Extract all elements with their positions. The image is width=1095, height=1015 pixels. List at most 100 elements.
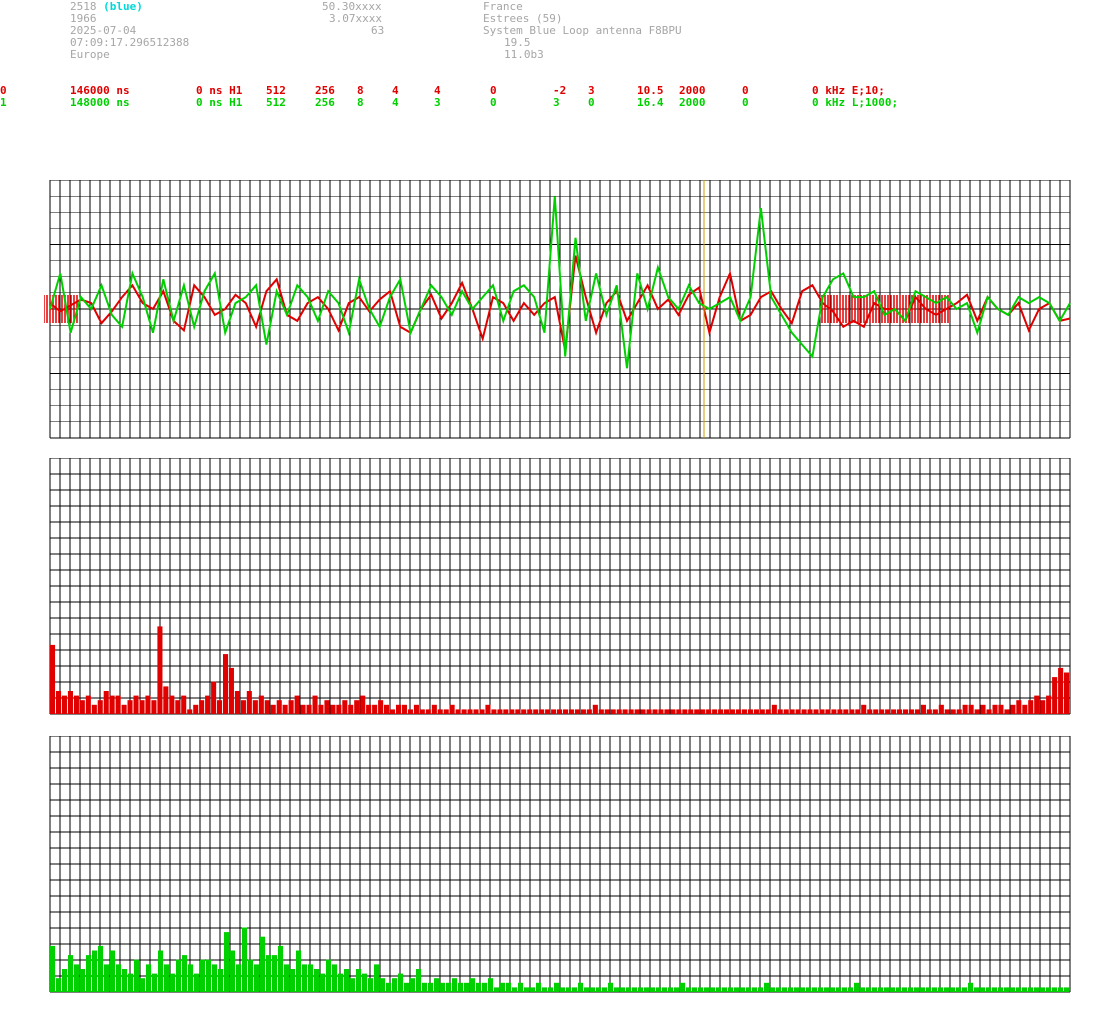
green-spectrum-bar (380, 978, 386, 992)
green-spectrum-bar (842, 987, 848, 992)
red-spectrum-bar (1040, 700, 1046, 714)
green-spectrum-bar (794, 987, 800, 992)
red-spectrum-bar (199, 700, 205, 714)
red-spectrum-bar (366, 704, 372, 714)
ch1-f10: 0 (588, 96, 595, 109)
red-spectrum-bar (103, 691, 109, 714)
red-spectrum-bar (759, 709, 765, 714)
red-spectrum-bar (765, 709, 771, 714)
green-spectrum-bar (320, 973, 326, 992)
red-spectrum-bar (974, 709, 980, 714)
green-spectrum-bar (548, 987, 554, 992)
green-spectrum-bar (980, 987, 986, 992)
green-spectrum-bar (746, 987, 752, 992)
red-spectrum-bar (861, 704, 867, 714)
red-spectrum-bar (682, 709, 688, 714)
red-spectrum-bar (276, 700, 282, 714)
green-spectrum-bar (362, 973, 368, 992)
red-spectrum-bar (819, 709, 825, 714)
green-spectrum-bar (314, 969, 320, 992)
red-spectrum-bar (324, 700, 330, 714)
red-spectrum-bar (849, 709, 855, 714)
green-spectrum-bar (92, 950, 98, 992)
green-spectrum-bar (602, 987, 608, 992)
green-spectrum-bar (704, 987, 710, 992)
green-spectrum-bar (128, 973, 134, 992)
ch1-f14: 0 kHz L;1000; (812, 96, 899, 109)
green-spectrum-bar (1010, 987, 1016, 992)
red-spectrum-bar (390, 709, 396, 714)
ch1-f9: 3 (553, 96, 560, 109)
red-spectrum-bar (658, 709, 664, 714)
green-spectrum-bar (200, 959, 206, 992)
green-spectrum-bar (494, 987, 500, 992)
red-spectrum-bar (270, 704, 276, 714)
green-spectrum-bar (140, 978, 146, 992)
red-spectrum-bar (485, 704, 491, 714)
red-spectrum-bar (479, 709, 485, 714)
green-spectrum-bar (812, 987, 818, 992)
green-spectrum-bar (962, 987, 968, 992)
green-spectrum-bar (668, 987, 674, 992)
green-spectrum-panel (44, 736, 1072, 994)
red-spectrum-bar (891, 709, 897, 714)
green-spectrum-bar (950, 987, 956, 992)
green-spectrum-bar (974, 987, 980, 992)
ch1-f7: 3 (434, 96, 441, 109)
red-spectrum-bar (944, 709, 950, 714)
red-spectrum-bar (1034, 695, 1040, 714)
red-spectrum-bar (747, 709, 753, 714)
green-spectrum-bar (470, 978, 476, 992)
red-spectrum-bar (724, 709, 730, 714)
green-spectrum-bar (764, 982, 770, 992)
red-spectrum-bar (598, 709, 604, 714)
red-spectrum-bar (879, 709, 885, 714)
green-spectrum-bar (170, 973, 176, 992)
station-color-tag: (blue) (103, 0, 143, 13)
red-spectrum-bar (968, 704, 974, 714)
green-spectrum-bar (1046, 987, 1052, 992)
green-spectrum-bar (542, 987, 548, 992)
red-spectrum-bar (67, 691, 73, 714)
red-spectrum-bar (783, 709, 789, 714)
red-spectrum-bar (330, 704, 336, 714)
green-spectrum-bar (932, 987, 938, 992)
green-spectrum-bar (1034, 987, 1040, 992)
red-spectrum-bar (509, 709, 515, 714)
red-spectrum-bar (843, 709, 849, 714)
green-spectrum-bar (188, 964, 194, 992)
red-spectrum-bar (1010, 704, 1016, 714)
green-spectrum-bar (938, 987, 944, 992)
red-spectrum-bar (670, 709, 676, 714)
green-spectrum-bar (878, 987, 884, 992)
green-spectrum-bar (68, 955, 74, 992)
red-spectrum-bar (360, 695, 366, 714)
green-spectrum-bar (782, 987, 788, 992)
red-spectrum-bar (258, 695, 264, 714)
region: Europe (70, 48, 110, 61)
red-spectrum-bar (300, 704, 306, 714)
green-spectrum-bar (1064, 987, 1070, 992)
version: 11.0b3 (504, 48, 544, 61)
red-spectrum-bar (413, 704, 419, 714)
red-spectrum-bar (109, 695, 115, 714)
red-spectrum-bar (151, 700, 157, 714)
ch1-f4: 256 (315, 96, 335, 109)
red-spectrum-bar (497, 709, 503, 714)
green-spectrum-bar (740, 987, 746, 992)
green-spectrum-bar (116, 964, 122, 992)
green-spectrum-bar (164, 964, 170, 992)
green-spectrum-bar (242, 927, 248, 992)
ch1-f13: 0 (742, 96, 749, 109)
red-spectrum-bar (616, 709, 622, 714)
red-spectrum-bar (294, 695, 300, 714)
green-spectrum-bar (374, 964, 380, 992)
red-spectrum-bar (652, 709, 658, 714)
red-spectrum-bar (491, 709, 497, 714)
green-spectrum-bar (122, 969, 128, 992)
red-spectrum-bar (336, 704, 342, 714)
green-spectrum-bar (506, 982, 512, 992)
green-spectrum-bar (716, 987, 722, 992)
red-spectrum-bar (127, 700, 133, 714)
red-spectrum-bar (885, 709, 891, 714)
